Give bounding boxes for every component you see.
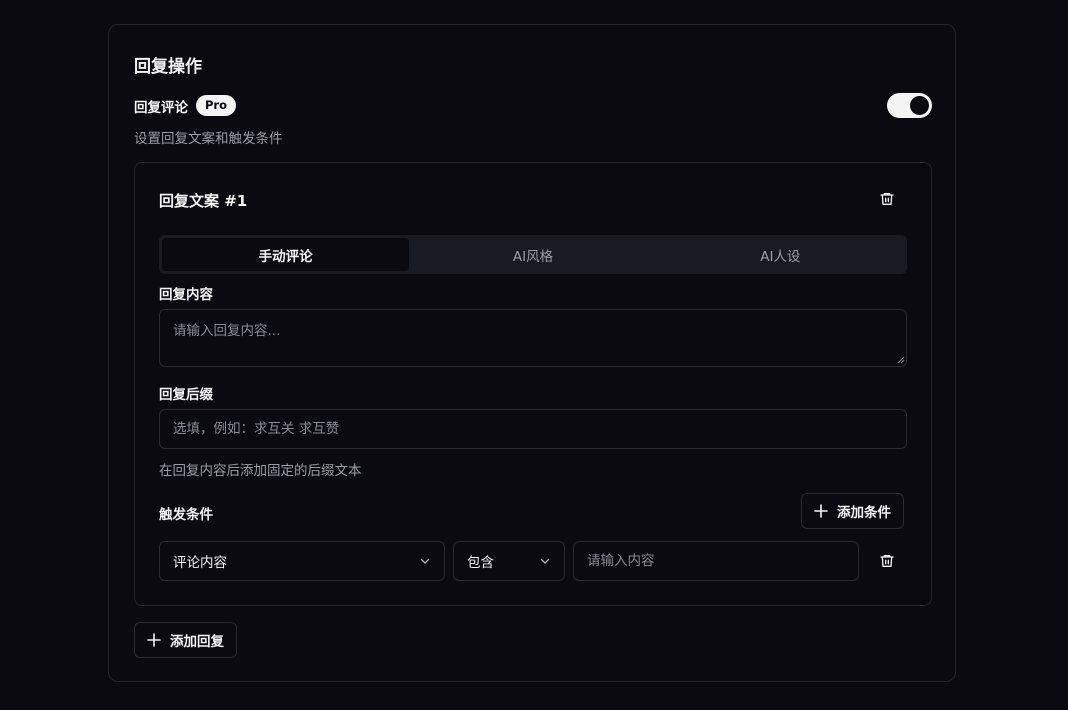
reply-content-label: 回复内容: [159, 287, 213, 303]
resize-grip-icon[interactable]: [897, 356, 905, 364]
tab-ai-style[interactable]: AI风格: [409, 238, 656, 271]
reply-suffix-hint: 在回复内容后添加固定的后缀文本: [159, 463, 362, 479]
reply-comment-description: 设置回复文案和触发条件: [134, 131, 283, 147]
tab-manual-comment[interactable]: 手动评论: [162, 238, 410, 271]
add-reply-label: 添加回复: [170, 634, 224, 650]
chevron-down-icon: [420, 558, 430, 564]
tab-ai-persona[interactable]: AI人设: [657, 238, 904, 271]
toggle-knob: [910, 96, 929, 115]
reply-item-title: 回复文案 #1: [159, 192, 248, 210]
reply-suffix-label: 回复后缀: [159, 387, 213, 403]
condition-value-input[interactable]: [573, 541, 859, 581]
condition-operator-select[interactable]: 包含: [453, 541, 565, 581]
add-condition-button[interactable]: 添加条件: [801, 493, 904, 529]
reply-suffix-input[interactable]: [159, 409, 907, 449]
plus-icon: [147, 633, 161, 647]
reply-item-card: 回复文案 #1 手动评论 AI风格 AI人设 回复内容 回复后缀 在回复内容后添…: [134, 162, 932, 606]
trash-icon: [880, 555, 894, 567]
pro-badge: Pro: [196, 95, 237, 116]
reply-comment-label: 回复评论: [134, 99, 188, 116]
reply-mode-tabs: 手动评论 AI风格 AI人设: [159, 235, 907, 274]
add-condition-label: 添加条件: [837, 505, 891, 521]
reply-comment-header: 回复评论 Pro: [134, 95, 237, 116]
plus-icon: [814, 504, 828, 518]
reply-content-textarea[interactable]: [159, 309, 907, 367]
reply-comment-toggle[interactable]: [887, 93, 932, 118]
delete-condition-button[interactable]: [876, 550, 898, 572]
trash-icon: [880, 193, 894, 205]
add-reply-button[interactable]: 添加回复: [134, 622, 237, 658]
chevron-down-icon: [540, 558, 550, 564]
delete-reply-button[interactable]: [876, 188, 898, 210]
condition-field-select[interactable]: 评论内容: [159, 541, 445, 581]
trigger-conditions-label: 触发条件: [159, 507, 213, 523]
condition-operator-value: 包含: [467, 555, 494, 571]
condition-field-value: 评论内容: [173, 555, 227, 571]
reply-actions-card: 回复操作 回复评论 Pro 设置回复文案和触发条件 回复文案 #1 手动评论 A…: [108, 24, 956, 682]
section-title: 回复操作: [134, 57, 202, 77]
